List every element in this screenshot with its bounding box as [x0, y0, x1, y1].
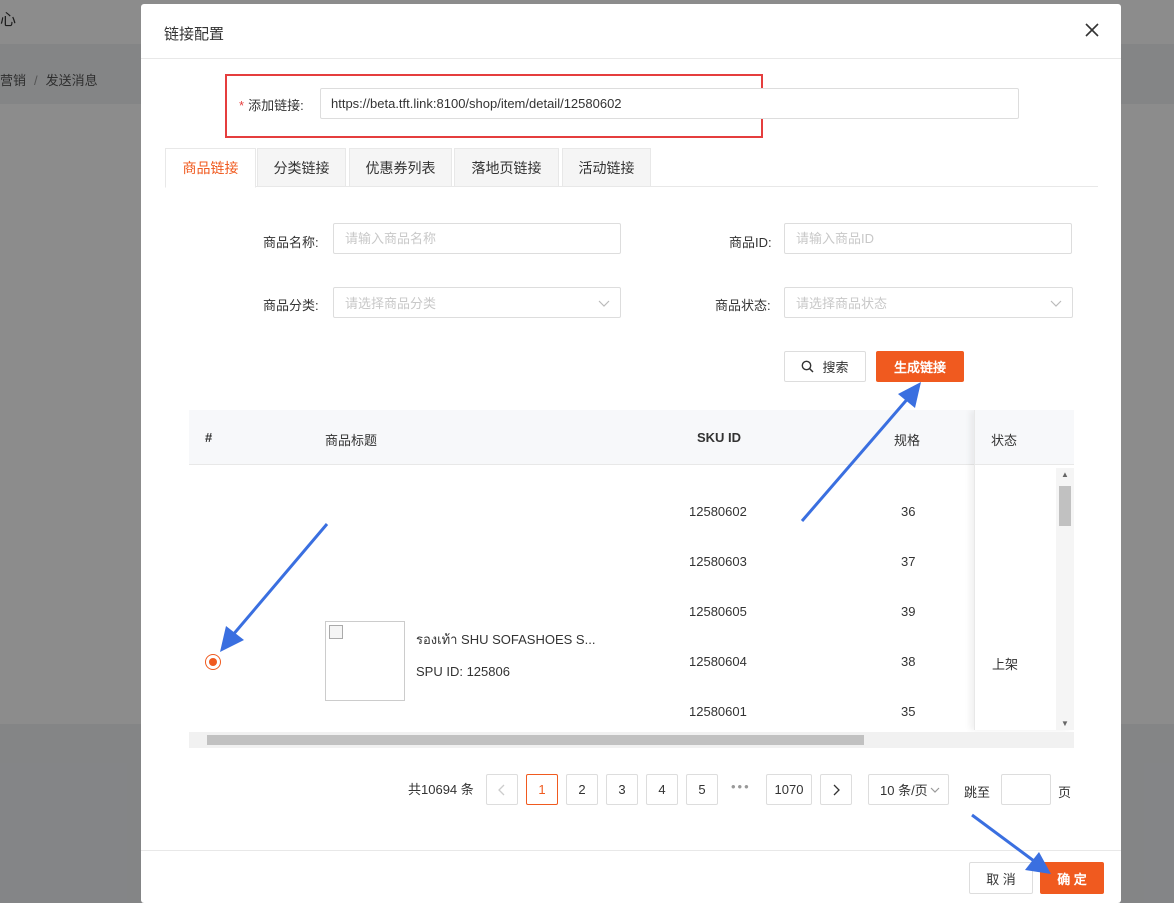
chevron-down-icon: [598, 300, 610, 307]
product-id-label: 商品ID:: [729, 235, 772, 250]
search-button[interactable]: 搜索: [784, 351, 866, 382]
chevron-right-icon: [833, 784, 840, 795]
tab-activity-link[interactable]: 活动链接: [562, 148, 651, 187]
pagination-page-4[interactable]: 4: [646, 774, 678, 805]
pagination-jump-input[interactable]: [1001, 774, 1051, 805]
spec-cell: 36: [901, 504, 916, 519]
product-category-label: 商品分类:: [263, 298, 319, 313]
search-icon: [802, 360, 815, 373]
link-label-text: 添加链接:: [248, 98, 304, 113]
column-header-spec: 规格: [894, 433, 921, 448]
sku-id-cell: 12580602: [689, 504, 747, 519]
product-status-label: 商品状态:: [715, 298, 771, 313]
column-header-index: #: [205, 430, 213, 445]
chevron-left-icon: [498, 784, 505, 795]
tab-product-link[interactable]: 商品链接: [165, 148, 256, 188]
product-name-input[interactable]: [333, 223, 621, 254]
tab-category-link[interactable]: 分类链接: [257, 148, 346, 187]
product-category-select[interactable]: 请选择商品分类: [333, 287, 621, 318]
product-title: รองเท้า SHU SOFASHOES S...: [416, 632, 596, 647]
spec-cell: 38: [901, 654, 916, 669]
pagination-page-2[interactable]: 2: [566, 774, 598, 805]
chevron-down-icon: [1050, 300, 1062, 307]
pagination-last-page[interactable]: 1070: [766, 774, 812, 805]
pagination-page-3[interactable]: 3: [606, 774, 638, 805]
table-header: # 商品标题 SKU ID 规格: [189, 410, 1074, 465]
status-column-header: 状态: [975, 410, 1074, 465]
product-select-radio[interactable]: [205, 654, 221, 670]
confirm-button[interactable]: 确 定: [1040, 862, 1104, 894]
pagination-page-suffix: 页: [1058, 785, 1072, 800]
page-size-value: 10 条/页: [880, 783, 928, 798]
pagination-next-button[interactable]: [820, 774, 852, 805]
sku-id-cell: 12580601: [689, 704, 747, 719]
spec-cell: 37: [901, 554, 916, 569]
link-config-modal: 链接配置 *添加链接: 商品链接 分类链接 优惠券列表 落地页链接 活动链接 商…: [141, 4, 1121, 903]
product-image: [325, 621, 405, 701]
scroll-down-arrow[interactable]: ▼: [1061, 719, 1069, 728]
modal-title: 链接配置: [164, 26, 225, 43]
pagination-prev-button[interactable]: [486, 774, 518, 805]
pagination-page-5[interactable]: 5: [686, 774, 718, 805]
product-table: # 商品标题 SKU ID 规格 รองเท้า SHU SOFASHOES S…: [189, 410, 1074, 752]
column-header-title: 商品标题: [325, 433, 378, 448]
chevron-down-icon: [930, 787, 940, 793]
pagination-ellipsis[interactable]: •••: [731, 779, 751, 794]
pagination-total: 共10694 条: [408, 782, 474, 797]
vertical-scrollbar[interactable]: ▲ ▼: [1056, 468, 1074, 730]
column-header-sku-id: SKU ID: [697, 430, 742, 445]
cancel-button[interactable]: 取 消: [969, 862, 1033, 894]
horizontal-scroll-thumb[interactable]: [207, 735, 864, 745]
sku-id-cell: 12580603: [689, 554, 747, 569]
close-icon[interactable]: [1083, 21, 1101, 39]
product-status-select[interactable]: 请选择商品状态: [784, 287, 1073, 318]
page-size-select[interactable]: 10 条/页: [868, 774, 949, 805]
spec-cell: 35: [901, 704, 916, 719]
horizontal-scrollbar[interactable]: [189, 732, 1074, 748]
product-id-input[interactable]: [784, 223, 1072, 254]
product-name-label: 商品名称:: [263, 235, 319, 250]
broken-image-icon: [329, 625, 343, 639]
generate-link-button[interactable]: 生成链接: [876, 351, 964, 382]
sku-id-cell: 12580605: [689, 604, 747, 619]
sku-id-cell: 12580604: [689, 654, 747, 669]
modal-header: 链接配置: [141, 4, 1121, 59]
spec-cell: 39: [901, 604, 916, 619]
product-status-cell: 上架: [992, 657, 1019, 672]
pagination-page-1[interactable]: 1: [526, 774, 558, 805]
vertical-scroll-thumb[interactable]: [1059, 486, 1071, 526]
product-status-placeholder: 请选择商品状态: [796, 296, 888, 311]
column-header-status: 状态: [991, 433, 1018, 448]
tab-landing-page-link[interactable]: 落地页链接: [454, 148, 559, 187]
link-label: * 添加链接:: [239, 95, 304, 114]
product-category-placeholder: 请选择商品分类: [345, 296, 437, 311]
pagination-jump-label: 跳至: [964, 785, 991, 800]
tab-coupon-list[interactable]: 优惠券列表: [349, 148, 452, 187]
scroll-up-arrow[interactable]: ▲: [1061, 470, 1069, 479]
link-type-tabs: 商品链接 分类链接 优惠券列表 落地页链接 活动链接: [165, 148, 1098, 188]
product-spu-id: SPU ID: 125806: [416, 664, 510, 679]
search-button-label: 搜索: [822, 360, 849, 375]
link-input[interactable]: [320, 88, 1019, 119]
required-mark: *: [239, 98, 245, 113]
